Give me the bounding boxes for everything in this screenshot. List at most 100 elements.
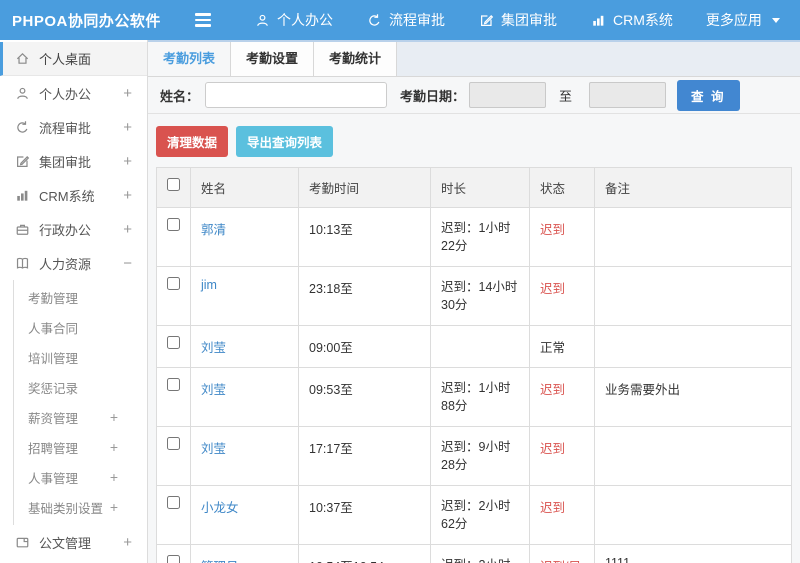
sidebar-subitem[interactable]: 招聘管理 + — [14, 432, 147, 462]
employee-name-link[interactable]: 刘莹 — [201, 383, 226, 397]
note-cell: 1111 — [594, 544, 792, 563]
sidebar-item[interactable]: 人力资源 − — [0, 246, 147, 280]
main-content: 考勤列表 考勤设置 考勤统计 姓名： 考勤日期： 至 查 询 清理数据 导出查询列表… — [148, 40, 800, 563]
row-checkbox-cell — [156, 426, 191, 486]
expand-toggle-icon[interactable]: + — [123, 534, 132, 551]
sidebar-item-label: 集团审批 — [39, 154, 92, 170]
name-cell: jim — [190, 266, 299, 326]
date-from-input[interactable] — [469, 82, 547, 108]
expand-toggle-icon[interactable]: + — [123, 119, 132, 136]
sidebar-item[interactable]: 个人办公 + — [0, 76, 147, 110]
sidebar-subitem[interactable]: 奖惩记录 — [14, 372, 147, 402]
expand-toggle-icon[interactable]: + — [110, 499, 118, 515]
expand-toggle-icon[interactable]: + — [123, 85, 132, 102]
duration-line: 迟到：1小时88分 — [441, 381, 511, 413]
top-menu-item[interactable]: 流程审批 — [366, 10, 445, 30]
status-badge: 迟到 — [529, 426, 595, 486]
select-all-header-cell — [156, 167, 191, 208]
row-checkbox[interactable] — [167, 555, 180, 563]
top-menu-label: 流程审批 — [389, 12, 445, 28]
sidebar-subitem[interactable]: 考勤管理 — [14, 282, 147, 312]
date-to-input[interactable] — [589, 82, 667, 108]
table-body: 郭清 10:13至 迟到：1小时22分 迟到 jim 23:18至 迟到：14小时30分 迟到… — [156, 207, 792, 563]
employee-name-link[interactable]: jim — [201, 278, 217, 292]
employee-name-link[interactable]: 刘莹 — [201, 442, 226, 456]
row-checkbox[interactable] — [167, 437, 180, 450]
duration-cell: 迟到：1小时22分 — [430, 207, 530, 267]
employee-name-link[interactable]: 小龙女 — [201, 501, 239, 515]
expand-toggle-icon[interactable]: − — [123, 255, 132, 272]
expand-toggle-icon[interactable]: + — [123, 187, 132, 204]
tab[interactable]: 考勤统计 — [314, 42, 398, 76]
top-menu-label: CRM系统 — [613, 12, 673, 28]
time-cell: 10:13至 — [298, 207, 431, 267]
name-input[interactable] — [205, 82, 388, 108]
top-menu-item[interactable]: 更多应用 — [706, 10, 780, 30]
row-checkbox[interactable] — [167, 378, 180, 391]
tab[interactable]: 考勤列表 — [148, 42, 232, 76]
sidebar-item-label: 流程审批 — [39, 120, 92, 136]
sidebar-subitem-label: 培训管理 — [28, 351, 79, 366]
expand-toggle-icon[interactable]: + — [110, 409, 118, 425]
duration-cell — [430, 325, 530, 368]
top-menu-label: 集团审批 — [501, 12, 557, 28]
sidebar-item[interactable]: 集团审批 + — [0, 144, 147, 178]
employee-name-link[interactable]: 郭清 — [201, 223, 226, 237]
duration-cell: 迟到：2小时90分早退：7小时10分 — [430, 544, 530, 563]
time-cell: 09:00至 — [298, 325, 431, 368]
sidebar-subitem[interactable]: 人事管理 + — [14, 462, 147, 492]
clean-data-button[interactable]: 清理数据 — [156, 126, 229, 157]
sidebar-subitem[interactable]: 薪资管理 + — [14, 402, 147, 432]
sidebar-subitem-label: 人事管理 — [28, 471, 79, 486]
row-checkbox-cell — [156, 266, 191, 326]
row-checkbox-cell — [156, 325, 191, 368]
edit-icon — [14, 153, 30, 169]
table-head: 姓名 考勤时间 时长 状态 备注 — [156, 167, 792, 208]
sidebar-subitem[interactable]: 基础类别设置 + — [14, 492, 147, 522]
sidebar-subitem[interactable]: 培训管理 — [14, 342, 147, 372]
caret-down-icon — [771, 17, 780, 23]
export-list-button[interactable]: 导出查询列表 — [236, 126, 334, 157]
home-icon — [14, 51, 30, 67]
top-menu-item[interactable]: 集团审批 — [478, 10, 557, 30]
app-root: PHPOA协同办公软件 个人办公 流程审批 集团审批 CRM系统 更多应用 个人桌面 个人… — [0, 0, 800, 563]
sidebar-item-label: 人力资源 — [39, 256, 92, 272]
status-badge: 迟到 — [529, 367, 595, 427]
column-header: 状态 — [529, 167, 595, 208]
top-menu-item[interactable]: 个人办公 — [254, 10, 333, 30]
hamburger-menu-icon[interactable] — [195, 13, 213, 27]
tab[interactable]: 考勤设置 — [231, 42, 315, 76]
sidebar-submenu: 考勤管理 人事合同 培训管理 奖惩记录 薪资管理 + 招聘管理 + 人事管理 + 基础类别设置 + — [13, 280, 147, 525]
expand-toggle-icon[interactable]: + — [123, 221, 132, 238]
name-cell: 刘莹 — [190, 426, 299, 486]
row-checkbox-cell — [156, 485, 191, 545]
select-all-checkbox[interactable] — [167, 178, 180, 191]
row-checkbox[interactable] — [167, 277, 180, 290]
row-checkbox[interactable] — [167, 496, 180, 509]
sidebar-item[interactable]: 个人桌面 — [0, 42, 147, 76]
table-header-row: 姓名 考勤时间 时长 状态 备注 — [156, 167, 792, 208]
name-cell: 刘莹 — [190, 325, 299, 368]
sidebar-item[interactable]: CRM系统 + — [0, 178, 147, 212]
column-header: 时长 — [430, 167, 530, 208]
top-menu-item[interactable]: CRM系统 — [590, 10, 673, 30]
column-header: 姓名 — [190, 167, 299, 208]
status-badge: 迟到 — [529, 266, 595, 326]
sidebar-item[interactable]: 流程审批 + — [0, 110, 147, 144]
query-button[interactable]: 查 询 — [677, 79, 740, 111]
doc-icon — [14, 534, 30, 550]
row-checkbox[interactable] — [167, 218, 180, 231]
employee-name-link[interactable]: 刘莹 — [201, 341, 226, 355]
duration-line: 迟到：2小时90分 — [441, 556, 519, 563]
sidebar-item[interactable]: 行政办公 + — [0, 212, 147, 246]
row-checkbox[interactable] — [167, 336, 180, 349]
sidebar-subitem[interactable]: 人事合同 — [14, 312, 147, 342]
sidebar-item[interactable]: 用车管理+ — [0, 559, 147, 563]
expand-toggle-icon[interactable]: + — [110, 469, 118, 485]
table-row: jim 23:18至 迟到：14小时30分 迟到 — [156, 266, 792, 326]
flow-icon — [366, 12, 382, 28]
expand-toggle-icon[interactable]: + — [110, 439, 118, 455]
name-cell: 小龙女 — [190, 485, 299, 545]
sidebar-item[interactable]: 公文管理 + — [0, 525, 147, 559]
expand-toggle-icon[interactable]: + — [123, 153, 132, 170]
